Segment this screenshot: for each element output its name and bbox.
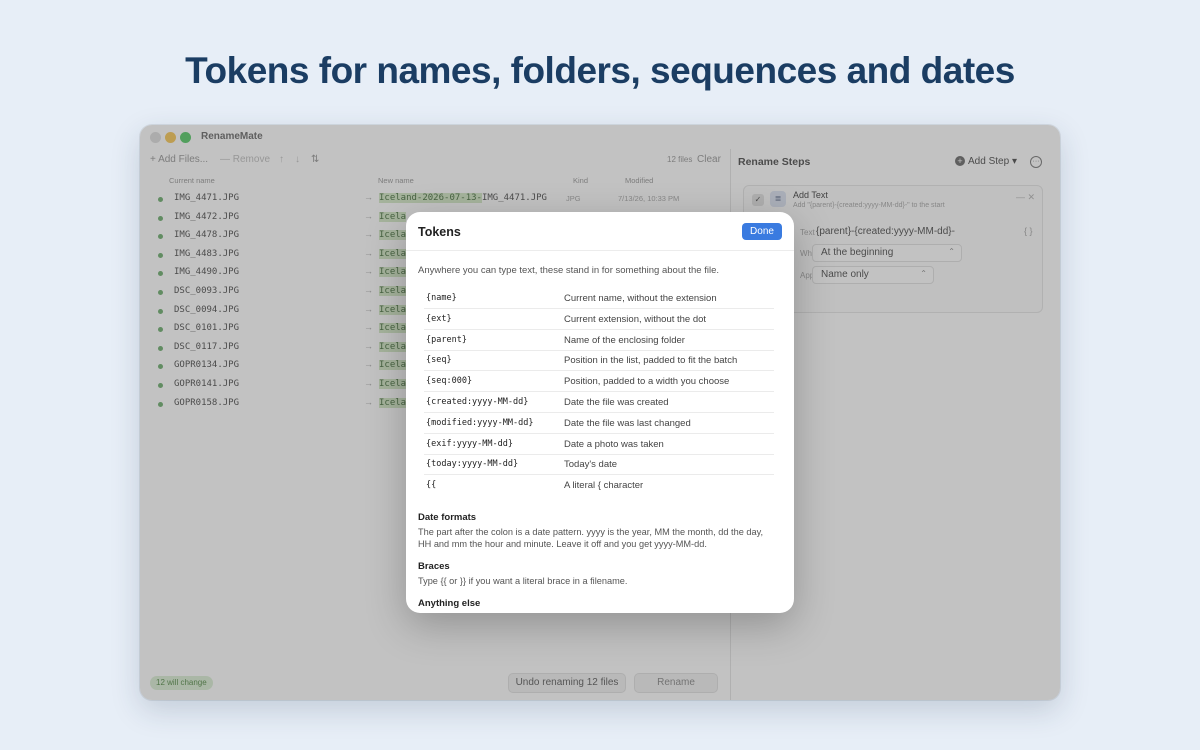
sheet-header: Tokens Done	[406, 212, 794, 251]
token-description: Current name, without the extension	[564, 293, 717, 304]
date-formats-heading: Date formats	[418, 512, 477, 523]
token-description: A literal { character	[564, 480, 644, 492]
token-description: Current extension, without the dot	[564, 313, 707, 325]
sheet-intro: Anywhere you can type text, these stand …	[418, 265, 720, 276]
token-row: {{ A literal { character	[424, 475, 774, 496]
token-row: {created:yyyy-MM-dd} Date the file was cr…	[424, 392, 774, 413]
token-code: {created:yyyy-MM-dd}	[426, 397, 529, 407]
token-description: Date the file was last changed	[564, 417, 691, 429]
token-row: {ext} Current extension, without the dot	[424, 309, 774, 330]
token-code: {seq:000}	[426, 376, 473, 387]
token-row: {modified:yyyy-MM-dd} Date the file was l…	[424, 413, 774, 434]
token-code: {exif:yyyy-MM-dd}	[426, 438, 513, 449]
tokens-sheet: Tokens Done Anywhere you can type text, …	[406, 212, 794, 613]
token-row: {seq:000} Position, padded to a width you…	[424, 371, 774, 393]
token-code: {modified:yyyy-MM-dd}	[426, 417, 534, 428]
braces-text: Type {{ or }} if you want a literal brac…	[418, 576, 628, 586]
token-description: Date the file was created	[564, 397, 669, 408]
token-row: {seq} Position in the list, padded to fit…	[424, 350, 774, 372]
braces-heading: Braces	[418, 561, 450, 572]
done-button[interactable]: Done	[742, 223, 782, 240]
page-headline: Tokens for names, folders, sequences and…	[185, 50, 1015, 91]
token-code: {{	[426, 480, 437, 491]
token-description: Name of the enclosing folder	[564, 334, 685, 346]
token-description: Date a photo was taken	[564, 438, 664, 450]
token-row: {exif:yyyy-MM-dd} Date a photo was taken	[424, 434, 774, 455]
token-description: Today's date	[564, 459, 618, 471]
token-description: Position in the list, padded to fit the …	[564, 355, 738, 367]
token-description: Position, padded to a width you choose	[564, 376, 730, 388]
token-code: {ext}	[426, 313, 452, 324]
token-code: {name}	[426, 293, 457, 303]
sheet-title: Tokens	[418, 225, 461, 239]
token-row: {today:yyyy-MM-dd} Today's date	[424, 454, 774, 476]
anything-else-heading: Anything else	[418, 598, 481, 609]
token-code: {today:yyyy-MM-dd}	[426, 459, 519, 470]
token-row: {name} Current name, without the extensio…	[424, 288, 774, 309]
token-row: {parent} Name of the enclosing folder	[424, 330, 774, 351]
token-code: {seq}	[426, 355, 452, 366]
token-code: {parent}	[426, 334, 467, 345]
date-formats-text: The part after the colon is a date patte…	[418, 527, 764, 549]
